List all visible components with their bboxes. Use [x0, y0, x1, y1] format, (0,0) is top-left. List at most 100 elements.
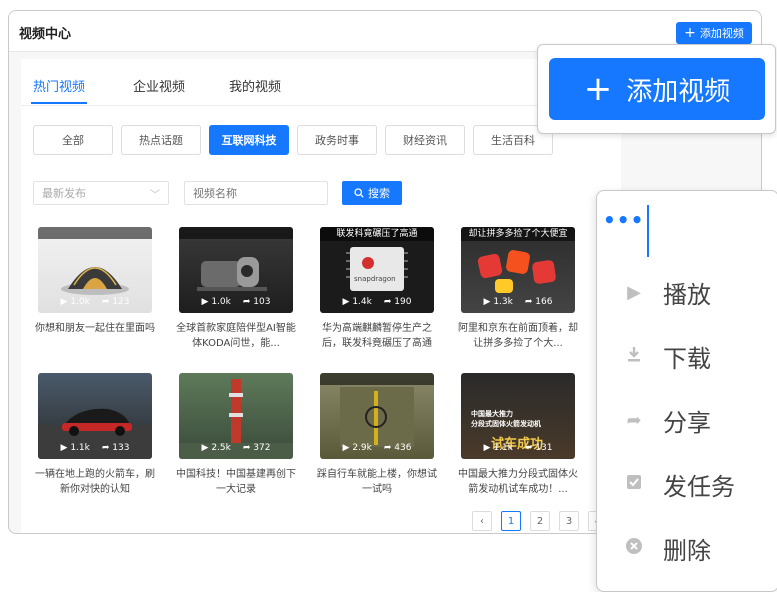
video-card[interactable]: ▶ 2.9k ➦ 436 踩自行车就能上楼，你想试一试吗	[317, 373, 438, 497]
play-count-icon: ▶	[342, 443, 350, 453]
plus-icon: +	[684, 25, 696, 41]
video-title[interactable]: 阿里和京东在前面顶着，却让拼多多捡了个大...	[456, 321, 580, 351]
play-count: 1.0k	[211, 297, 231, 307]
video-stats: ▶ 2.9k ➦ 436	[320, 443, 434, 453]
trigger-indicator-line	[647, 205, 649, 257]
menu-item-delete[interactable]: 删除	[597, 521, 777, 575]
add-video-label: 添加视频	[699, 27, 744, 40]
category-internet-tech[interactable]: 互联网科技	[209, 125, 289, 155]
video-card[interactable]: 联发科竟碾压了高通 snapdragon ▶ 1.4k ➦ 190 华为高端麒麟…	[320, 227, 438, 351]
add-video-label-large: 添加视频	[626, 76, 731, 107]
video-thumbnail[interactable]: ▶ 2.5k ➦ 372	[179, 373, 293, 459]
share-icon: ➦	[626, 409, 642, 431]
video-thumbnail[interactable]: ▶ 2.9k ➦ 436	[320, 373, 434, 459]
add-video-button-large[interactable]: + 添加视频	[549, 58, 765, 120]
video-thumbnail[interactable]: 联发科竟碾压了高通 snapdragon ▶ 1.4k ➦ 190	[320, 227, 434, 313]
menu-item-download[interactable]: 下载	[597, 329, 777, 383]
share-count: 123	[112, 297, 130, 307]
share-count-icon: ➦	[101, 443, 110, 453]
video-stats: ▶ 1.1k ➦ 131	[461, 443, 575, 453]
chevron-left-icon: ‹	[480, 515, 484, 527]
share-count-icon: ➦	[242, 297, 251, 307]
page-1-button[interactable]: 1	[501, 511, 521, 531]
video-title[interactable]: 中国科技！中国基建再创下一大记录	[174, 467, 298, 497]
content-area: 热门视频 企业视频 我的视频 全部 热点话题 互联网科技 政务时事 财经资讯 生…	[21, 59, 621, 533]
share-count-icon: ➦	[383, 443, 392, 453]
prev-page-button[interactable]: ‹	[472, 511, 492, 531]
video-card[interactable]: ▶ 1.1k ➦ 133 一辆在地上跑的火箭车，刷新你对快的认知	[35, 373, 156, 497]
video-stats: ▶ 1.4k ➦ 190	[320, 297, 434, 307]
video-stats: ▶ 1.1k ➦ 133	[38, 443, 152, 453]
video-card[interactable]: 却让拼多多捡了个大便宜 ▶ 1.3k ➦ 166 阿里和京东在前面顶着，却让拼多…	[458, 227, 579, 351]
play-count: 1.4k	[352, 297, 372, 307]
category-politics[interactable]: 政务时事	[297, 125, 377, 155]
add-video-button[interactable]: + 添加视频	[676, 22, 752, 44]
video-card[interactable]: ▶ 1.0k ➦ 103 全球首款家庭陪伴型AI智能体KODA问世，能...	[176, 227, 297, 351]
play-count-icon: ▶	[201, 297, 209, 307]
video-thumbnail[interactable]: 中国最大推力 分段式固体火箭发动机 试车成功 ▶ 1.1k ➦ 131	[461, 373, 575, 459]
share-count-icon: ➦	[524, 443, 533, 453]
play-icon: ▶	[627, 281, 641, 303]
play-count: 1.0k	[70, 297, 90, 307]
play-count-icon: ▶	[60, 297, 68, 307]
tab-my-videos[interactable]: 我的视频	[229, 76, 281, 95]
share-count-icon: ➦	[242, 443, 251, 453]
page-title: 视频中心	[19, 27, 72, 42]
category-finance[interactable]: 财经资讯	[385, 125, 465, 155]
play-count-icon: ▶	[201, 443, 209, 453]
sort-select[interactable]: 最新发布 ﹀	[33, 181, 169, 205]
menu-item-label: 分享	[663, 408, 711, 437]
play-count: 1.1k	[70, 443, 90, 453]
page-3-button[interactable]: 3	[559, 511, 579, 531]
video-context-menu: ••• ▶ 播放 下载 ➦ 分享 发任务 删除	[596, 190, 777, 592]
menu-item-share[interactable]: ➦ 分享	[597, 393, 777, 447]
share-count: 103	[253, 297, 271, 307]
menu-item-play[interactable]: ▶ 播放	[597, 265, 777, 319]
tab-hot-videos[interactable]: 热门视频	[33, 76, 85, 95]
video-stats: ▶ 2.5k ➦ 372	[179, 443, 293, 453]
search-button[interactable]: 搜索	[342, 181, 402, 205]
video-title[interactable]: 华为高端麒麟暂停生产之后，联发科竟碾压了高通	[315, 321, 439, 351]
rocket-thumbnail-text-1: 中国最大推力	[471, 410, 513, 418]
play-count-icon: ▶	[342, 297, 350, 307]
video-card[interactable]: ▶ 1.0k ➦ 123 你想和朋友一起住在里面吗	[35, 227, 156, 336]
sort-select-value: 最新发布	[42, 187, 86, 200]
play-count: 1.3k	[493, 297, 513, 307]
menu-item-assign-task[interactable]: 发任务	[597, 457, 777, 511]
video-name-input[interactable]	[184, 181, 328, 205]
search-icon	[354, 188, 364, 198]
category-hot-topics[interactable]: 热点话题	[121, 125, 201, 155]
page-2-button[interactable]: 2	[530, 511, 550, 531]
play-count-icon: ▶	[60, 443, 68, 453]
more-dots-icon: •••	[603, 208, 645, 232]
video-thumbnail[interactable]: 却让拼多多捡了个大便宜 ▶ 1.3k ➦ 166	[461, 227, 575, 313]
video-thumbnail[interactable]: ▶ 1.0k ➦ 103	[179, 227, 293, 313]
video-card[interactable]: 中国最大推力 分段式固体火箭发动机 试车成功 ▶ 1.1k ➦ 131 中国最大…	[458, 373, 579, 497]
video-title[interactable]: 一辆在地上跑的火箭车，刷新你对快的认知	[33, 467, 157, 497]
video-title[interactable]: 中国最大推力分段式固体火箭发动机试车成功！...	[456, 467, 580, 497]
video-title[interactable]: 你想和朋友一起住在里面吗	[33, 321, 157, 336]
play-count-icon: ▶	[483, 443, 491, 453]
more-options-trigger[interactable]: •••	[599, 205, 647, 235]
share-count: 166	[535, 297, 553, 307]
share-count: 436	[394, 443, 412, 453]
video-stats: ▶ 1.0k ➦ 103	[179, 297, 293, 307]
share-count: 372	[253, 443, 271, 453]
plus-icon: +	[583, 69, 613, 109]
play-count: 1.1k	[493, 443, 513, 453]
chevron-down-icon: ﹀	[150, 190, 160, 201]
category-all[interactable]: 全部	[33, 125, 113, 155]
tab-enterprise-videos[interactable]: 企业视频	[133, 76, 185, 95]
menu-item-label: 下载	[663, 344, 711, 373]
video-card[interactable]: ▶ 2.5k ➦ 372 中国科技！中国基建再创下一大记录	[176, 373, 297, 497]
share-count: 131	[535, 443, 553, 453]
play-count: 2.9k	[352, 443, 372, 453]
video-title[interactable]: 踩自行车就能上楼，你想试一试吗	[315, 467, 439, 497]
rocket-thumbnail-text-2: 分段式固体火箭发动机	[471, 420, 541, 428]
download-icon	[623, 345, 645, 368]
video-title[interactable]: 全球首款家庭陪伴型AI智能体KODA问世，能...	[174, 321, 298, 351]
menu-item-label: 删除	[663, 536, 711, 565]
video-thumbnail[interactable]: ▶ 1.1k ➦ 133	[38, 373, 152, 459]
share-count-icon: ➦	[383, 297, 392, 307]
video-thumbnail[interactable]: ▶ 1.0k ➦ 123	[38, 227, 152, 313]
